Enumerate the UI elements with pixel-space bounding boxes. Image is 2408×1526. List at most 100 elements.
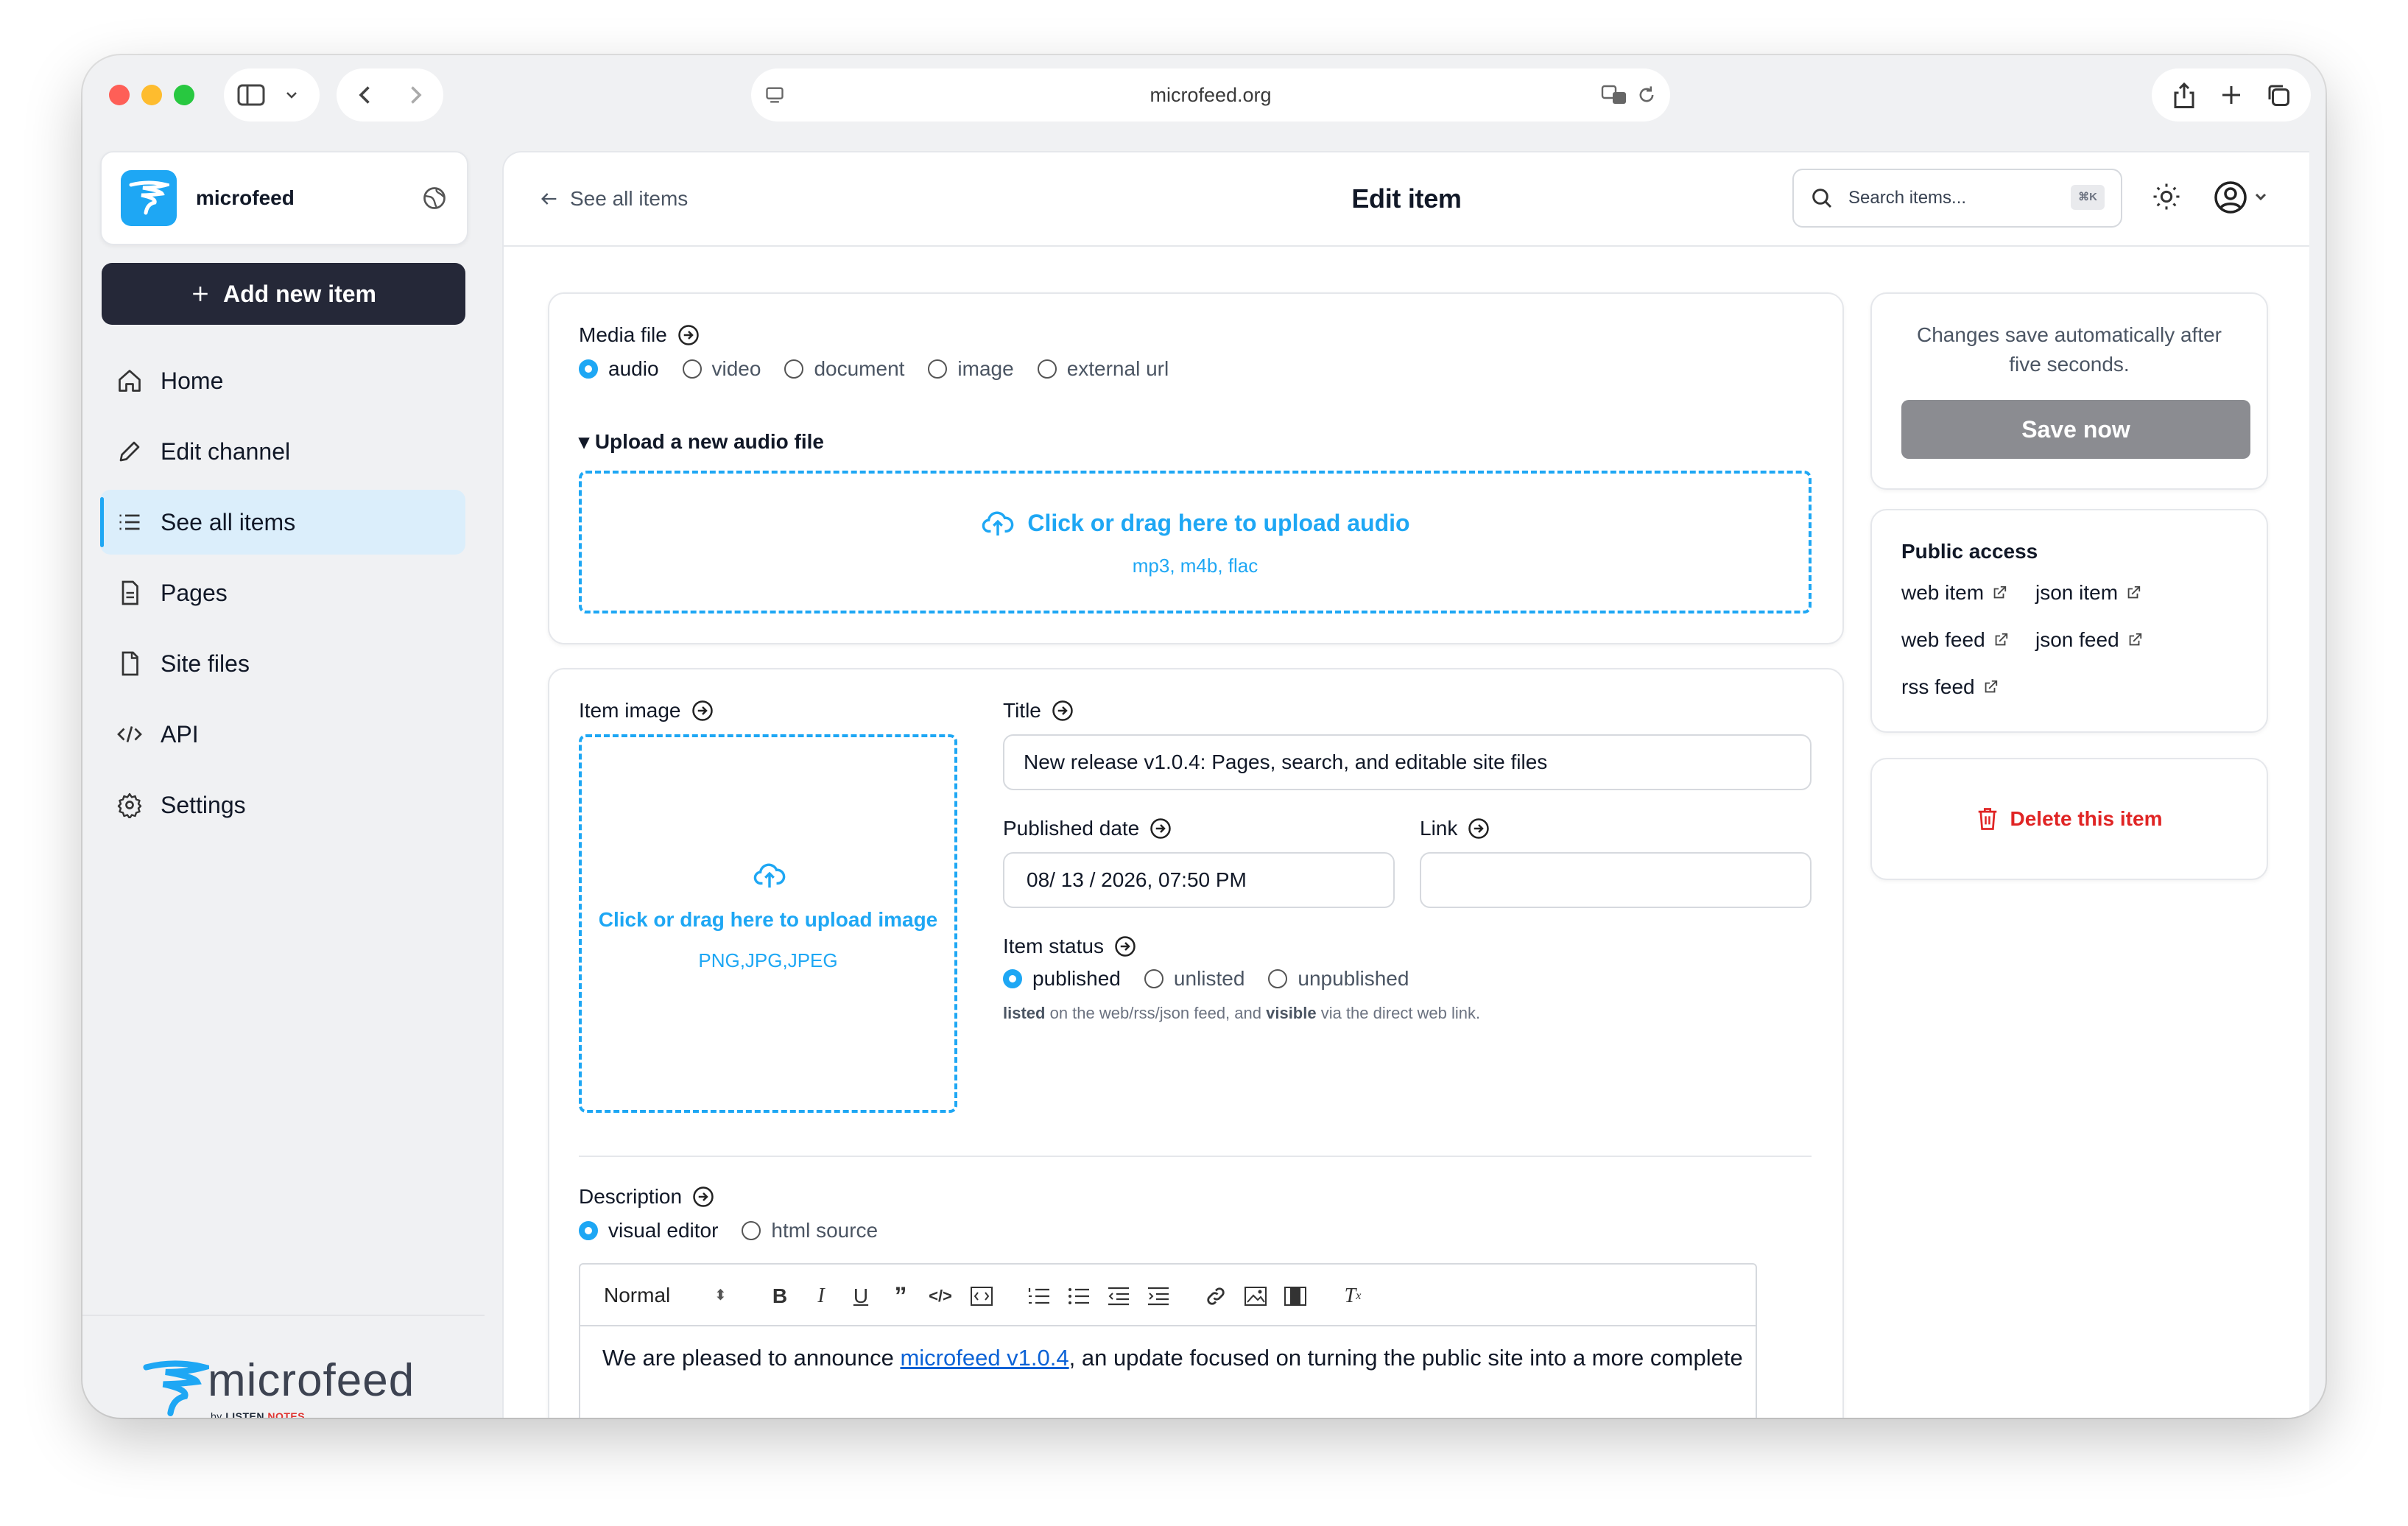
media-type-image-radio[interactable]: image [928, 357, 1014, 381]
see-all-items-link[interactable]: See all items [539, 152, 688, 245]
italic-icon[interactable]: I [809, 1284, 834, 1309]
media-type-external-url-radio[interactable]: external url [1037, 357, 1169, 381]
radio-label: external url [1066, 357, 1169, 380]
main-content: Edit item See all items Search items... … [502, 151, 2309, 1418]
footer-logo[interactable]: microfeed by LISTEN NOTES [141, 1349, 436, 1418]
sidebar-item-home[interactable]: Home [100, 348, 465, 413]
media-type-audio-radio[interactable]: audio [579, 357, 659, 381]
reload-icon[interactable] [1636, 85, 1657, 105]
description-editor[interactable]: We are pleased to announce microfeed v1.… [579, 1325, 1757, 1418]
json-feed-link[interactable]: json feed [2035, 628, 2143, 652]
share-icon[interactable] [2171, 80, 2197, 110]
info-arrow-icon[interactable] [677, 324, 700, 346]
code-icon [117, 726, 142, 742]
save-now-button[interactable]: Save now [1901, 400, 2250, 459]
history-nav [337, 68, 443, 122]
info-arrow-icon[interactable] [1468, 818, 1490, 840]
description-release-link[interactable]: microfeed v1.0.4 [900, 1345, 1069, 1371]
globe-icon[interactable] [421, 185, 448, 211]
radio-circle [579, 359, 598, 379]
bold-icon[interactable]: B [767, 1284, 792, 1309]
indent-icon[interactable] [1146, 1284, 1171, 1309]
outdent-icon[interactable] [1106, 1284, 1131, 1309]
media-type-video-radio[interactable]: video [682, 357, 761, 381]
user-avatar-icon[interactable] [2212, 179, 2278, 216]
description-text-part: , an update focused on turning the publi… [1069, 1345, 1743, 1371]
audio-dropzone-row: Click or drag here to upload audio [582, 507, 1809, 538]
sidebar-toggle-button[interactable] [224, 68, 320, 122]
sidebar-item-label: Settings [161, 792, 246, 818]
media-type-document-radio[interactable]: document [784, 357, 904, 381]
radio-label: audio [608, 357, 659, 380]
image-dropzone[interactable]: Click or drag here to upload image PNG,J… [579, 734, 957, 1113]
back-arrow-icon[interactable] [352, 82, 379, 108]
status-unpublished-radio[interactable]: unpublished [1268, 967, 1409, 991]
title-label-text: Title [1003, 699, 1041, 722]
published-date-label: Published date [1003, 817, 1172, 840]
sidebar-item-label: Edit channel [161, 438, 291, 465]
underline-icon[interactable]: U [848, 1284, 873, 1309]
radio-label: video [711, 357, 761, 380]
sidebar-item-pages[interactable]: Pages [100, 560, 465, 625]
close-window-button[interactable] [109, 85, 130, 105]
autosave-message: Changes save automatically after five se… [1917, 323, 2222, 376]
blockquote-icon[interactable]: ” [888, 1282, 913, 1310]
media-file-card: Media file audio video document image ex… [548, 292, 1844, 644]
tab-overview-icon[interactable] [2265, 82, 2292, 108]
delete-item-button[interactable]: Delete this item [1872, 759, 2267, 879]
link-icon[interactable] [1203, 1284, 1228, 1309]
json-item-link[interactable]: json item [2035, 581, 2141, 605]
zoom-window-button[interactable] [174, 85, 194, 105]
title-input[interactable]: New release v1.0.4: Pages, search, and e… [1003, 734, 1812, 790]
status-unlisted-radio[interactable]: unlisted [1144, 967, 1245, 991]
info-arrow-icon[interactable] [692, 1186, 714, 1208]
search-button[interactable]: Search items... ⌘K [1792, 169, 2122, 228]
format-select-value: Normal [604, 1284, 671, 1307]
sidebar-item-edit-channel[interactable]: Edit channel [100, 419, 465, 484]
status-published-radio[interactable]: published [1003, 967, 1121, 991]
ordered-list-icon[interactable] [1027, 1284, 1052, 1309]
format-select[interactable]: Normal ⬍ [604, 1265, 727, 1326]
upload-audio-toggle[interactable]: ▾ Upload a new audio file [579, 429, 824, 454]
minimize-window-button[interactable] [141, 85, 162, 105]
translate-icon[interactable] [1601, 83, 1629, 107]
published-date-input[interactable]: 08/ 13 / 2026, 07:50 PM [1003, 852, 1395, 908]
html-source-radio[interactable]: html source [742, 1219, 878, 1242]
code-inline-icon[interactable]: </> [928, 1284, 953, 1309]
link-label: json item [2035, 581, 2119, 604]
link-label: Link [1420, 817, 1490, 840]
web-feed-link[interactable]: web feed [1901, 628, 2009, 652]
status-hint: listed on the web/rss/json feed, and vis… [1003, 1004, 1480, 1023]
visual-editor-radio[interactable]: visual editor [579, 1219, 718, 1242]
web-item-link[interactable]: web item [1901, 581, 2007, 605]
sidebar-item-api[interactable]: API [100, 702, 465, 767]
info-arrow-icon[interactable] [1052, 700, 1074, 722]
media-file-label: Media file [579, 323, 700, 347]
video-icon[interactable] [1283, 1284, 1308, 1309]
radio-circle [784, 359, 804, 379]
image-icon[interactable] [1243, 1284, 1268, 1309]
item-status-label-text: Item status [1003, 935, 1104, 957]
add-new-item-button[interactable]: Add new item [102, 263, 465, 325]
info-arrow-icon[interactable] [691, 700, 714, 722]
forward-arrow-icon[interactable] [402, 82, 429, 108]
browser-window: microfeed.org microfeed Add new item Hom… [82, 55, 2326, 1418]
sidebar-item-see-all-items[interactable]: See all items [100, 490, 465, 555]
new-tab-icon[interactable] [2218, 82, 2245, 108]
section-divider [579, 1156, 1812, 1157]
link-input[interactable] [1420, 852, 1812, 908]
status-hint-listed: listed [1003, 1004, 1046, 1022]
bullet-list-icon[interactable] [1066, 1284, 1091, 1309]
sidebar-item-settings[interactable]: Settings [100, 773, 465, 837]
rss-feed-link[interactable]: rss feed [1901, 675, 1999, 699]
channel-switcher[interactable]: microfeed [100, 151, 468, 245]
info-arrow-icon[interactable] [1150, 818, 1172, 840]
sidebar-item-site-files[interactable]: Site files [100, 631, 465, 696]
info-arrow-icon[interactable] [1114, 935, 1136, 957]
title-label: Title [1003, 699, 1074, 722]
code-block-icon[interactable] [969, 1284, 994, 1309]
address-bar[interactable]: microfeed.org [751, 68, 1670, 122]
sun-icon[interactable] [2152, 182, 2181, 211]
audio-dropzone[interactable]: Click or drag here to upload audio mp3, … [579, 471, 1812, 613]
clear-format-icon[interactable]: Tx [1340, 1284, 1365, 1309]
